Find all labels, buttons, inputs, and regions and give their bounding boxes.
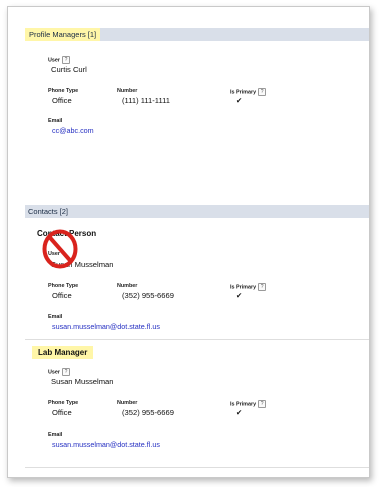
pm-is-primary-label-text: Is Primary bbox=[230, 89, 257, 96]
pm-is-primary-label: Is Primary? bbox=[230, 88, 267, 96]
cp-email-label: Email bbox=[48, 314, 63, 320]
pm-email-label: Email bbox=[48, 118, 63, 124]
check-icon: ✔ bbox=[236, 291, 243, 300]
page-frame: Profile Managers [1] User? Curtis Curl P… bbox=[7, 6, 370, 478]
pm-number-value: (111) 111-1111 bbox=[122, 96, 170, 105]
check-icon: ✔ bbox=[236, 408, 243, 417]
help-icon[interactable]: ? bbox=[258, 88, 267, 96]
pm-user-label-text: User bbox=[48, 57, 60, 64]
divider bbox=[25, 467, 369, 468]
contacts-header: Contacts [2] bbox=[25, 205, 369, 218]
help-icon[interactable]: ? bbox=[62, 368, 70, 376]
lab-manager-title: Lab Manager bbox=[32, 346, 94, 359]
cp-phone-type-label: Phone Type bbox=[48, 283, 79, 289]
cp-is-primary-label: Is Primary? bbox=[230, 283, 267, 291]
check-icon: ✔ bbox=[236, 96, 243, 105]
prohibition-icon bbox=[42, 229, 78, 269]
divider bbox=[25, 339, 369, 340]
cp-number-label: Number bbox=[117, 283, 138, 289]
cp-is-primary-label-text: Is Primary bbox=[230, 284, 257, 291]
lm-user-label-text: User bbox=[48, 369, 60, 376]
lm-phone-type-value: Office bbox=[52, 408, 72, 417]
cp-number-value: (352) 955-6669 bbox=[122, 291, 174, 300]
cp-phone-type-value: Office bbox=[52, 291, 72, 300]
pm-number-label: Number bbox=[117, 88, 138, 94]
lm-number-value: (352) 955-6669 bbox=[122, 408, 174, 417]
help-icon[interactable]: ? bbox=[258, 400, 267, 408]
lm-user-label: User? bbox=[48, 368, 70, 376]
lm-user-value: Susan Musselman bbox=[51, 377, 114, 386]
pm-phone-type-label: Phone Type bbox=[48, 88, 79, 94]
contacts-header-label: Contacts [2] bbox=[28, 207, 69, 216]
lm-phone-type-label: Phone Type bbox=[48, 400, 79, 406]
pm-phone-type-value: Office bbox=[52, 96, 72, 105]
help-icon[interactable]: ? bbox=[62, 56, 70, 64]
lm-email-link[interactable]: susan.musselman@dot.state.fl.us bbox=[52, 440, 160, 449]
pm-user-label: User? bbox=[48, 56, 70, 64]
pm-email-link[interactable]: cc@abc.com bbox=[52, 126, 94, 135]
lm-email-label: Email bbox=[48, 432, 63, 438]
help-icon[interactable]: ? bbox=[258, 283, 267, 291]
profile-managers-header-label: Profile Managers [1] bbox=[25, 28, 101, 41]
lm-is-primary-label-text: Is Primary bbox=[230, 401, 257, 408]
cp-email-link[interactable]: susan.musselman@dot.state.fl.us bbox=[52, 322, 160, 331]
pm-user-value: Curtis Curl bbox=[51, 65, 87, 74]
profile-managers-header: Profile Managers [1] bbox=[25, 28, 369, 41]
lm-number-label: Number bbox=[117, 400, 138, 406]
lm-is-primary-label: Is Primary? bbox=[230, 400, 267, 408]
